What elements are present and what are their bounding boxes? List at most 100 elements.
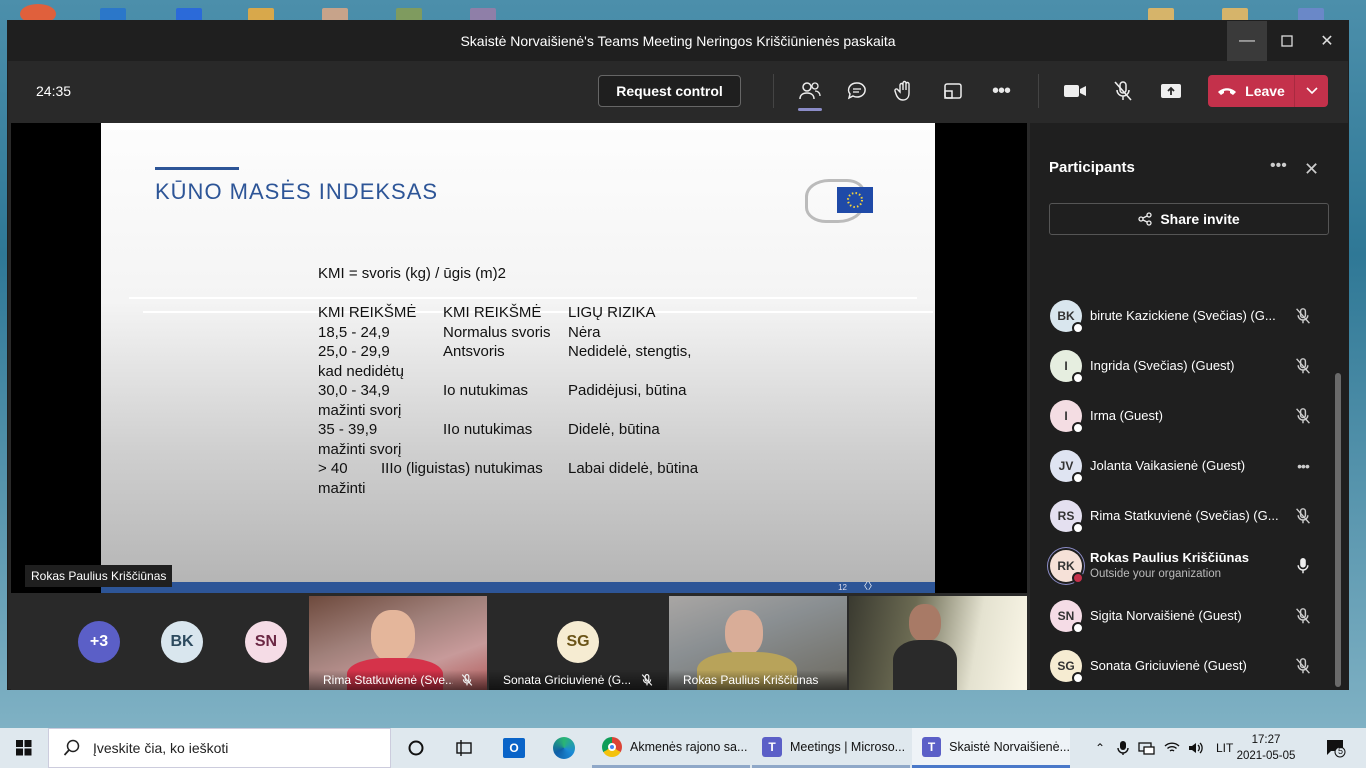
slide-navigation-arrows[interactable]: 〈〉 (859, 579, 877, 592)
microphone-button[interactable] (1108, 77, 1138, 105)
share-invite-button[interactable]: Share invite (1049, 203, 1329, 235)
panel-more-options-icon[interactable]: ••• (1270, 157, 1287, 175)
participant-name: Jolanta Vaikasienė (Guest) (1090, 458, 1246, 473)
volume-icon[interactable] (1188, 741, 1204, 755)
video-tile-caption: Rokas Paulius Kriščiūnas (669, 670, 847, 690)
participant-avatar: JV (1050, 450, 1084, 484)
chevron-down-icon (1305, 87, 1318, 95)
camera-button[interactable] (1060, 77, 1090, 105)
bmi-table-cell: Labai didelė, būtina (568, 460, 699, 477)
outlook-icon: O (503, 738, 525, 758)
slide-title: KŪNO MASĖS INDEKSAS (155, 179, 439, 204)
wifi-icon[interactable] (1164, 741, 1180, 755)
participant-name: Sonata Griciuvienė (Guest) (1090, 658, 1247, 673)
mic-on-icon[interactable] (1292, 555, 1314, 577)
taskbar-app-chrome[interactable]: Akmenės rajono sa... (592, 728, 750, 768)
more-icon[interactable]: ••• (1292, 455, 1314, 477)
mic-off-icon[interactable] (1292, 505, 1314, 527)
bmi-table-cell: > 40 (318, 460, 348, 477)
start-button[interactable] (0, 728, 48, 768)
participant-name: Irma (Guest) (1090, 408, 1163, 423)
mic-off-icon[interactable] (1292, 405, 1314, 427)
participant-name: Rima Statkuvienė (Svečias) (G... (1090, 508, 1279, 523)
windows-logo-icon (16, 740, 32, 756)
leave-label: Leave (1245, 83, 1285, 99)
panel-scrollbar[interactable] (1335, 373, 1341, 687)
participant-avatar-sg: SG (557, 621, 599, 663)
participant-initials: I (1064, 409, 1068, 423)
video-feed-face (725, 610, 763, 656)
raise-hand-button[interactable] (890, 77, 920, 105)
participant-row[interactable]: I Irma (Guest) (1030, 391, 1348, 441)
room-icon (944, 83, 962, 99)
cortana-button[interactable] (398, 728, 434, 768)
eu-flag-logo (837, 187, 873, 213)
task-view-button[interactable] (446, 728, 482, 768)
taskbar-app-label: Akmenės rajono sa... (630, 739, 748, 754)
action-center-button[interactable]: 5 (1316, 728, 1356, 768)
participant-row[interactable]: SG Sonata Griciuvienė (Guest) (1030, 641, 1348, 691)
participants-list: BK birute Kazickiene (Svečias) (G... I Ingr… (1030, 291, 1348, 691)
participant-row[interactable]: BK birute Kazickiene (Svečias) (G... (1030, 291, 1348, 341)
teams-icon: T (762, 736, 782, 757)
input-language-indicator[interactable]: LIT (1216, 741, 1233, 755)
outlook-button[interactable]: O (496, 728, 532, 768)
rooms-button[interactable] (938, 77, 968, 105)
participant-avatar-sn[interactable]: SN (245, 621, 287, 663)
video-tile-name: Rima Statkuvienė (Sve... (323, 673, 453, 687)
share-screen-icon (1161, 84, 1181, 98)
edge-button[interactable] (546, 728, 582, 768)
search-placeholder: Įveskite čia, ko ieškoti (93, 740, 229, 756)
participants-button[interactable] (795, 77, 825, 111)
leave-main-button[interactable]: Leave (1208, 75, 1294, 107)
minimize-button[interactable]: — (1227, 21, 1267, 61)
participant-initials: RS (1057, 509, 1075, 523)
participant-avatar-bk[interactable]: BK (161, 621, 203, 663)
taskbar-clock[interactable]: 17:27 2021-05-05 (1236, 732, 1296, 764)
leave-button[interactable]: Leave (1208, 75, 1328, 107)
presence-status-icon (1072, 322, 1084, 334)
participant-name: Rokas Paulius Kriščiūnas (1090, 550, 1249, 565)
video-tile[interactable]: SG Sonata Griciuvienė (G... (489, 596, 667, 690)
eu-stars-icon (847, 192, 863, 208)
video-tile[interactable]: Rima Statkuvienė (Sve... (309, 596, 487, 690)
chat-button[interactable] (842, 77, 872, 105)
taskbar-app-teams-meetings[interactable]: T Meetings | Microso... (752, 728, 910, 768)
bmi-table-cell: KMI REIKŠMĖ (318, 304, 417, 321)
participant-initials: JV (1058, 459, 1074, 473)
mic-off-icon[interactable] (1292, 655, 1314, 677)
mic-off-icon (641, 674, 653, 686)
participant-row[interactable]: SN Sigita Norvaišienė (Guest) (1030, 591, 1348, 641)
participant-row[interactable]: JV Jolanta Vaikasienė (Guest) ••• (1030, 441, 1348, 491)
mic-off-icon[interactable] (1292, 305, 1314, 327)
participant-row[interactable]: I Ingrida (Svečias) (Guest) (1030, 341, 1348, 391)
close-button[interactable]: ✕ (1307, 21, 1347, 61)
participant-row[interactable]: RK Rokas Paulius Kriščiūnas Outside your o… (1030, 541, 1348, 591)
share-screen-button[interactable] (1156, 77, 1186, 105)
bmi-table-cell: 18,5 - 24,9 (318, 323, 390, 341)
bmi-table-cell: mažinti svorį (318, 440, 402, 458)
mic-off-icon (1114, 81, 1132, 101)
taskbar-app-teams-meeting-window[interactable]: T Skaistė Norvaišienė... (912, 728, 1070, 768)
maximize-button[interactable] (1267, 21, 1307, 61)
more-actions-button[interactable]: ••• (986, 77, 1016, 105)
taskbar-search-box[interactable]: Įveskite čia, ko ieškoti (48, 728, 391, 768)
microphone-in-use-icon[interactable] (1116, 740, 1130, 756)
presentation-slide: KŪNO MASĖS INDEKSAS KMI = svoris (kg) / … (101, 123, 935, 593)
bmi-table-cell: Normalus svoris (443, 323, 551, 341)
clock-date: 2021-05-05 (1236, 750, 1296, 762)
overflow-participants-avatar[interactable]: +3 (78, 621, 120, 663)
presence-status-icon (1072, 622, 1084, 634)
participant-org-note: Outside your organization (1090, 568, 1222, 580)
mic-off-icon[interactable] (1292, 605, 1314, 627)
leave-options-dropdown[interactable] (1294, 75, 1328, 107)
panel-close-icon[interactable]: ✕ (1304, 159, 1319, 180)
request-control-button[interactable]: Request control (598, 75, 741, 107)
participant-row[interactable]: RS Rima Statkuvienė (Svečias) (G... (1030, 491, 1348, 541)
participants-icon (799, 82, 821, 100)
mic-off-icon[interactable] (1292, 355, 1314, 377)
network-icon[interactable] (1138, 741, 1156, 755)
show-hidden-icons-button[interactable]: ⌃ (1090, 741, 1110, 755)
video-tile[interactable] (849, 596, 1027, 690)
video-tile[interactable]: Rokas Paulius Kriščiūnas (669, 596, 847, 690)
